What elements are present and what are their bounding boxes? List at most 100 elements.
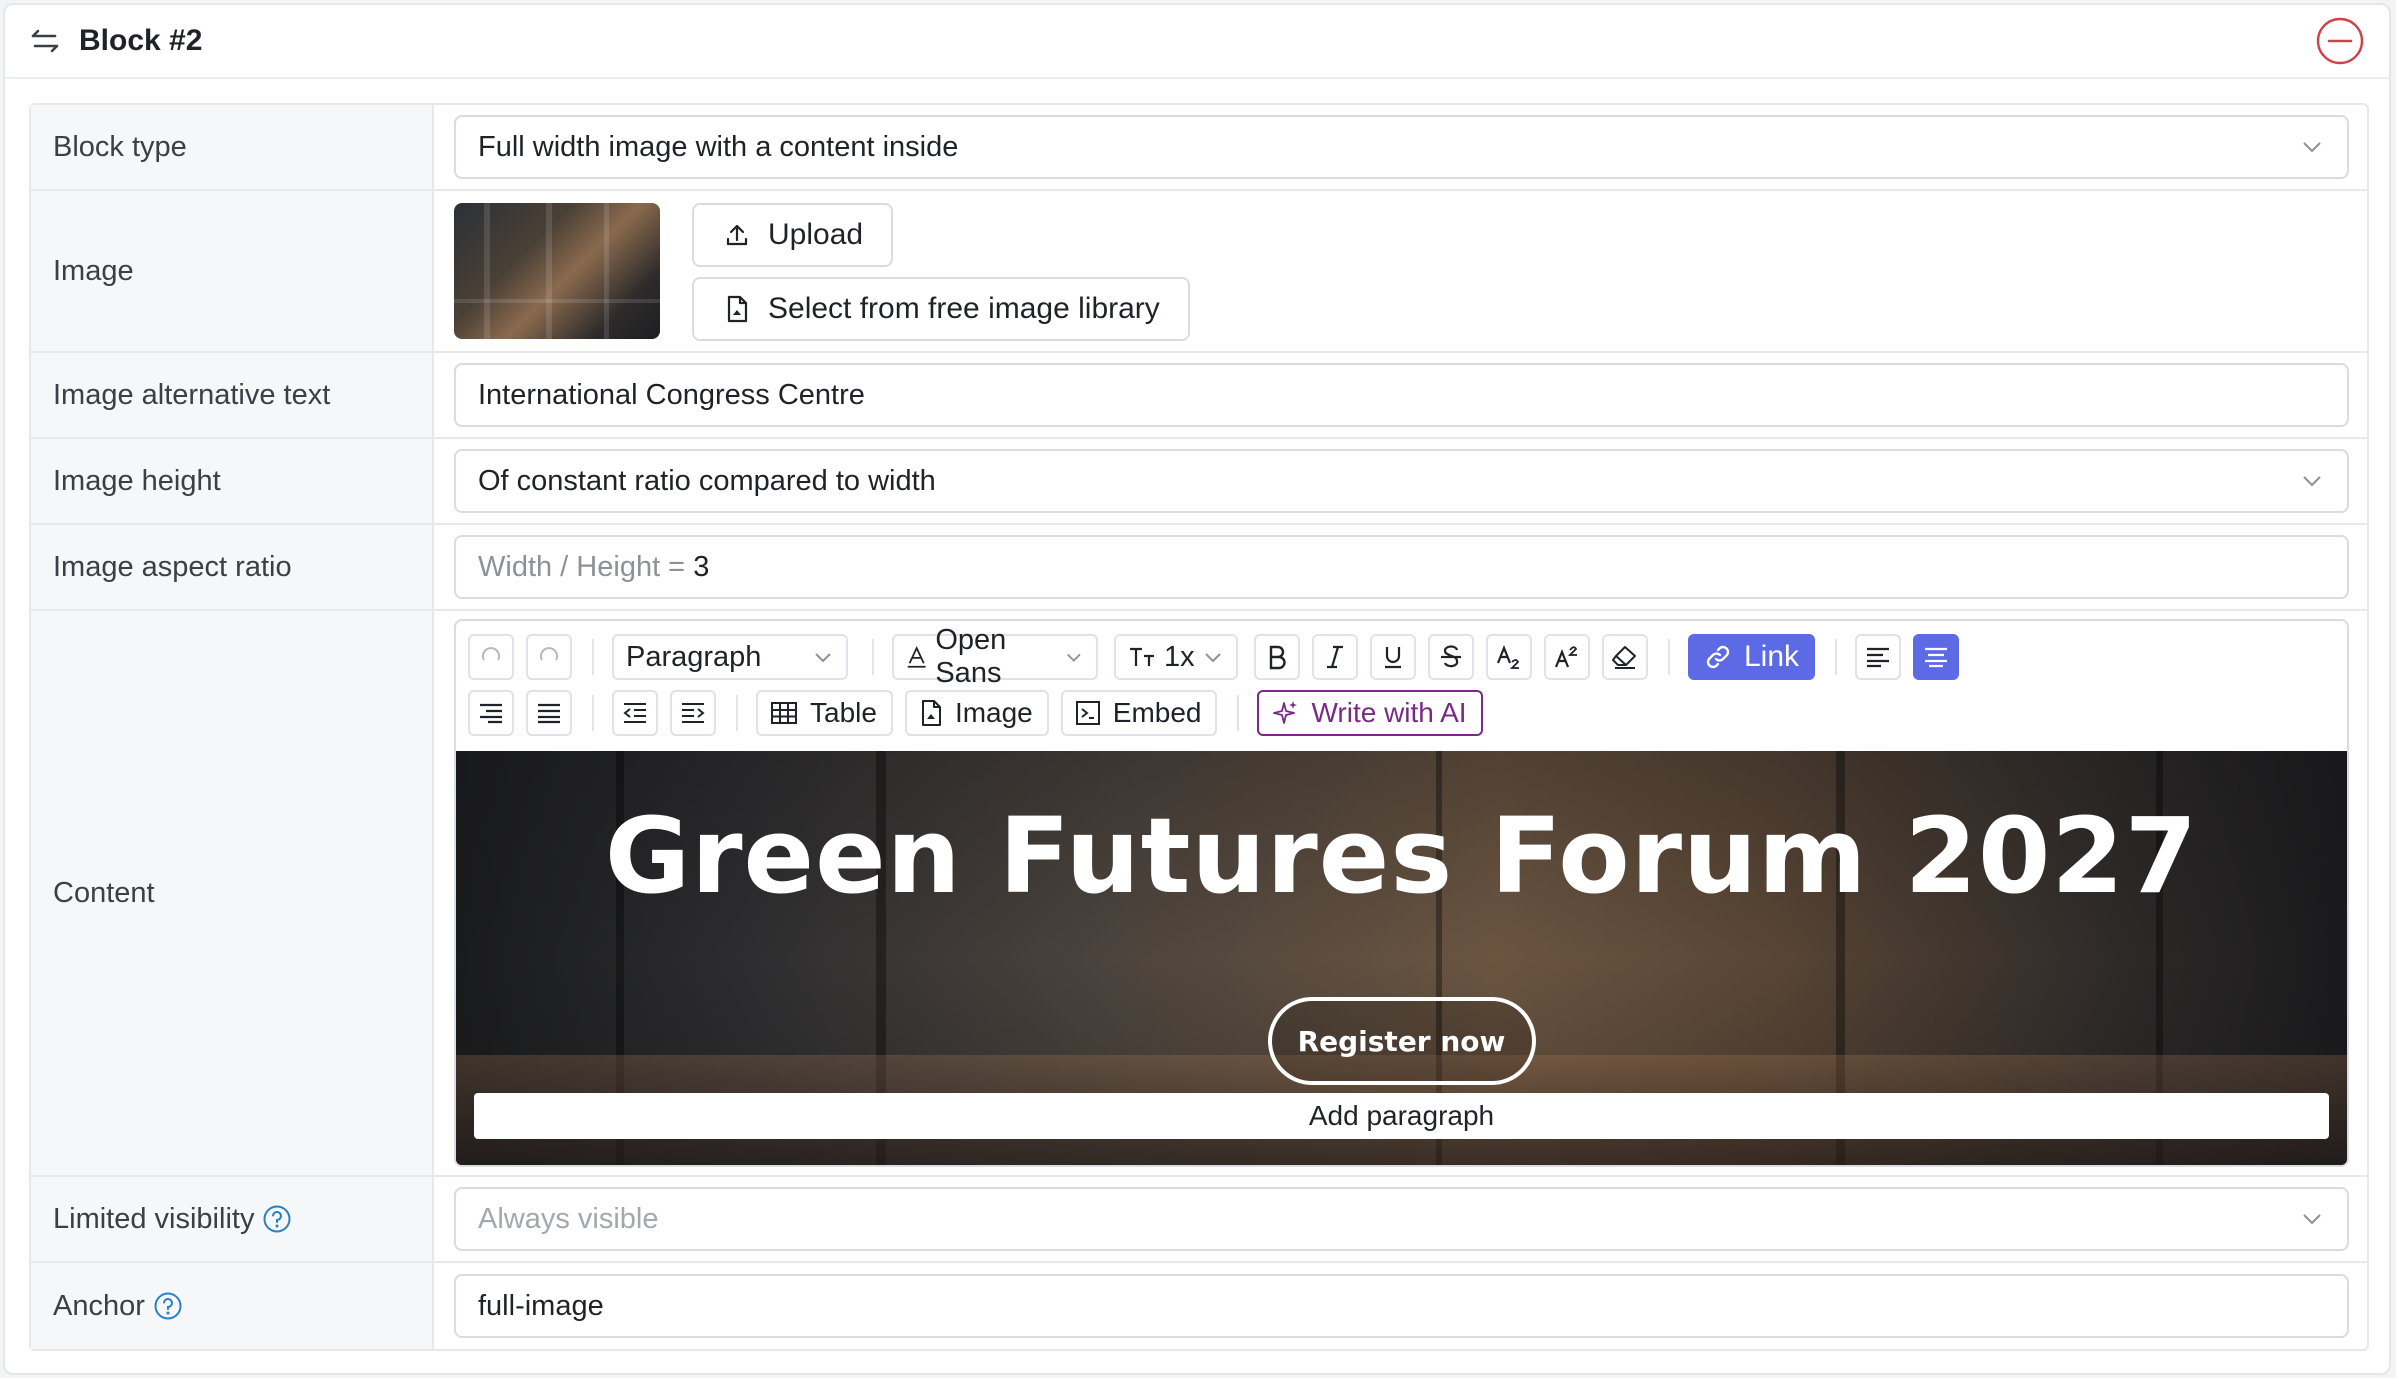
- paragraph-style-select[interactable]: Paragraph: [612, 634, 848, 680]
- toolbar-divider: [592, 695, 594, 731]
- font-icon: [907, 646, 926, 668]
- chevron-down-icon: [2303, 476, 2321, 487]
- align-right-icon: [480, 703, 502, 724]
- image-height-select[interactable]: Of constant ratio compared to width: [454, 449, 2349, 513]
- insert-table-button[interactable]: Table: [756, 690, 893, 736]
- link-button[interactable]: Link: [1688, 634, 1816, 680]
- row-image-height: Image height Of constant ratio compared …: [31, 439, 2367, 525]
- aspect-ratio-value: 3: [693, 550, 710, 583]
- headline-text[interactable]: Green Futures Forum 2027: [456, 795, 2347, 917]
- block-type-value: Full width image with a content inside: [478, 130, 959, 163]
- alt-text-value: International Congress Centre: [478, 378, 865, 411]
- anchor-label-cell: Anchor: [31, 1263, 434, 1349]
- row-visibility: Limited visibility Always visible: [31, 1177, 2367, 1263]
- redo-icon: [540, 647, 558, 661]
- alt-text-label: Image alternative text: [31, 353, 434, 437]
- block-type-label: Block type: [31, 105, 434, 189]
- embed-icon: [1075, 701, 1100, 725]
- rich-text-editor: Paragraph Open Sans 1x Link Table Image …: [454, 619, 2349, 1167]
- block-type-select[interactable]: Full width image with a content inside: [454, 115, 2349, 179]
- table-icon: [771, 702, 797, 724]
- visibility-label-cell: Limited visibility: [31, 1177, 434, 1261]
- sparkle-icon: [1273, 701, 1298, 724]
- aspect-ratio-input[interactable]: Width / Height = 3: [454, 535, 2349, 599]
- visibility-select[interactable]: Always visible: [454, 1187, 2349, 1251]
- alt-text-input[interactable]: International Congress Centre: [454, 363, 2349, 427]
- align-left-icon: [1867, 647, 1890, 668]
- row-alt-text: Image alternative text International Con…: [31, 353, 2367, 439]
- image-thumbnail[interactable]: [454, 203, 660, 339]
- row-anchor: Anchor full-image: [31, 1263, 2367, 1349]
- chevron-down-icon: [2303, 1214, 2321, 1225]
- italic-button[interactable]: [1312, 634, 1358, 680]
- aspect-ratio-prefix: Width / Height =: [478, 550, 694, 583]
- image-height-label: Image height: [31, 439, 434, 523]
- text-size-icon: [1130, 647, 1154, 666]
- image-library-button[interactable]: Select from free image library: [692, 277, 1190, 341]
- outdent-icon: [623, 703, 646, 723]
- embed-label: Embed: [1112, 697, 1202, 728]
- aspect-ratio-label: Image aspect ratio: [31, 525, 434, 609]
- chevron-down-icon: [1067, 653, 1082, 662]
- image-height-value: Of constant ratio compared to width: [478, 464, 936, 497]
- insert-image-button[interactable]: Image: [904, 690, 1049, 736]
- superscript-button[interactable]: [1544, 634, 1590, 680]
- upload-button[interactable]: Upload: [692, 203, 894, 267]
- font-family-select[interactable]: Open Sans: [892, 624, 1098, 689]
- embed-button[interactable]: Embed: [1060, 690, 1218, 736]
- row-content: Content Paragraph Open Sans 1x Link Tabl…: [31, 611, 2367, 1177]
- upload-icon: [726, 224, 748, 246]
- link-label: Link: [1744, 640, 1800, 673]
- help-icon[interactable]: [262, 1204, 292, 1234]
- strikethrough-button[interactable]: [1428, 634, 1474, 680]
- underline-icon: [1385, 647, 1401, 669]
- align-left-button[interactable]: [1855, 634, 1902, 680]
- insert-image-label: Image: [954, 697, 1033, 728]
- indent-icon: [682, 703, 705, 723]
- reorder-icon[interactable]: [29, 25, 61, 57]
- redo-button[interactable]: [526, 634, 572, 680]
- upload-label: Upload: [768, 218, 864, 251]
- remove-block-icon[interactable]: [2315, 16, 2365, 66]
- align-center-icon: [1925, 647, 1948, 668]
- image-file-icon: [921, 700, 941, 726]
- strikethrough-icon: [1441, 645, 1461, 668]
- toolbar-divider: [1835, 639, 1838, 675]
- toolbar-divider: [1668, 639, 1670, 675]
- align-right-button[interactable]: [468, 690, 514, 736]
- align-justify-button[interactable]: [526, 690, 572, 736]
- content-canvas[interactable]: Green Futures Forum 2027 Register now Ad…: [456, 751, 2347, 1165]
- toolbar-divider: [592, 639, 594, 675]
- editor-toolbar: Paragraph Open Sans 1x Link Table Image …: [456, 621, 2347, 751]
- insert-table-label: Table: [810, 697, 877, 728]
- font-size-select[interactable]: 1x: [1114, 634, 1238, 680]
- font-size-value: 1x: [1164, 640, 1195, 673]
- align-justify-icon: [538, 703, 560, 724]
- register-now-button[interactable]: Register now: [1267, 997, 1536, 1085]
- anchor-label: Anchor: [53, 1289, 145, 1322]
- undo-button[interactable]: [468, 634, 514, 680]
- help-icon[interactable]: [153, 1291, 183, 1321]
- anchor-value: full-image: [478, 1289, 604, 1322]
- outdent-button[interactable]: [612, 690, 658, 736]
- block-header: Block #2: [5, 5, 2389, 79]
- bold-button[interactable]: [1254, 634, 1300, 680]
- write-with-ai-button[interactable]: Write with AI: [1257, 690, 1483, 736]
- visibility-label: Limited visibility: [53, 1202, 255, 1235]
- bold-icon: [1269, 645, 1286, 670]
- add-paragraph-button[interactable]: Add paragraph: [474, 1093, 2329, 1139]
- indent-button[interactable]: [670, 690, 716, 736]
- subscript-button[interactable]: [1486, 634, 1532, 680]
- image-library-label: Select from free image library: [768, 292, 1160, 325]
- content-label: Content: [31, 611, 434, 1175]
- block-panel: Block #2 Block type Full width image wit…: [3, 3, 2391, 1375]
- align-center-button[interactable]: [1913, 634, 1960, 680]
- anchor-input[interactable]: full-image: [454, 1274, 2349, 1338]
- undo-icon: [482, 647, 500, 661]
- chevron-down-icon: [2303, 142, 2321, 153]
- clear-formatting-button[interactable]: [1602, 634, 1648, 680]
- italic-icon: [1327, 645, 1343, 669]
- row-block-type: Block type Full width image with a conte…: [31, 105, 2367, 191]
- underline-button[interactable]: [1370, 634, 1416, 680]
- chevron-down-icon: [1205, 653, 1221, 663]
